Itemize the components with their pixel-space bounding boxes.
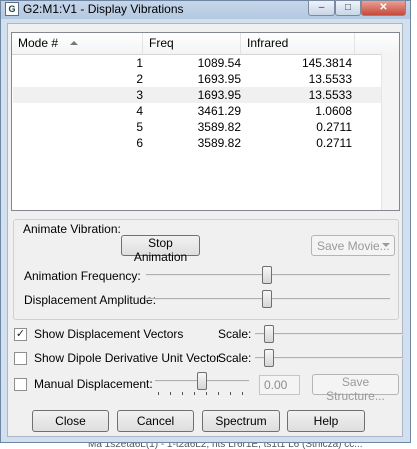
mode-cell: 5 [136, 120, 143, 134]
close-button[interactable]: Close [32, 410, 109, 432]
list-header: Mode # Freq Infrared [12, 33, 399, 55]
dropdown-arrow-icon [382, 243, 390, 247]
freq-cell: 1089.54 [197, 56, 241, 70]
dipole-scale-label: Scale: [218, 351, 252, 365]
displacement-amplitude-label: Displacement Amplitude: [24, 293, 157, 307]
list-scrollbar[interactable] [381, 54, 399, 210]
column-mode-label: Mode # [18, 36, 59, 50]
animation-frequency-thumb[interactable] [262, 266, 272, 284]
show-displacement-vectors-label: Show Displacement Vectors [34, 327, 184, 341]
vibration-mode-list[interactable]: Mode # Freq Infrared 1 1089.54 145.3814 … [11, 32, 400, 211]
window-title: G2:M1:V1 - Display Vibrations [23, 2, 184, 16]
column-freq[interactable]: Freq [143, 33, 241, 54]
infrared-cell: 0.2711 [316, 136, 352, 150]
stop-animation-button[interactable]: Stop Animation [121, 235, 200, 264]
help-button[interactable]: Help [287, 410, 365, 432]
show-displacement-vectors-checkbox[interactable]: ✓ [14, 328, 27, 341]
mode-cell: 1 [136, 56, 143, 70]
show-dipole-derivative-label: Show Dipole Derivative Unit Vector [34, 351, 221, 365]
freq-cell: 3589.82 [197, 136, 241, 150]
table-row[interactable]: 1 1089.54 145.3814 [13, 55, 398, 71]
minimize-icon[interactable]: – [308, 0, 335, 16]
vector-scale-track[interactable] [255, 333, 403, 335]
save-movie-label: Save Movie... [317, 238, 390, 253]
manual-displacement-value-field[interactable]: 0.00 [259, 375, 300, 395]
title-bar[interactable]: G G2:M1:V1 - Display Vibrations – □ ✕ [1, 0, 410, 19]
dipole-scale-track[interactable] [255, 357, 403, 359]
save-movie-button[interactable]: Save Movie... [311, 235, 395, 256]
save-structure-button[interactable]: Save Structure... [312, 374, 399, 403]
mode-cell: 3 [136, 88, 143, 102]
column-freq-label: Freq [149, 36, 174, 50]
manual-displacement-label: Manual Displacement: [34, 377, 153, 391]
app-icon: G [5, 2, 19, 16]
column-mode[interactable]: Mode # [12, 33, 143, 54]
freq-cell: 1693.95 [197, 72, 241, 86]
table-row[interactable]: 4 3461.29 1.0608 [13, 103, 398, 119]
freq-cell: 3589.82 [197, 120, 241, 134]
displacement-amplitude-thumb[interactable] [262, 290, 272, 308]
maximize-icon[interactable]: □ [335, 0, 361, 16]
infrared-cell: 1.0608 [315, 104, 352, 118]
show-dipole-derivative-checkbox[interactable] [14, 352, 27, 365]
infrared-cell: 13.5533 [308, 72, 352, 86]
table-row[interactable]: 5 3589.82 0.2711 [13, 119, 398, 135]
table-row-selected[interactable]: 3 1693.95 13.5533 [13, 87, 398, 103]
table-row[interactable]: 2 1693.95 13.5533 [13, 71, 398, 87]
vector-scale-label: Scale: [218, 327, 252, 341]
manual-displacement-thumb[interactable] [197, 372, 207, 390]
vector-scale-thumb[interactable] [264, 325, 274, 343]
close-icon[interactable]: ✕ [361, 0, 406, 16]
cancel-button[interactable]: Cancel [117, 410, 194, 432]
infrared-cell: 145.3814 [301, 56, 352, 70]
manual-displacement-checkbox[interactable] [14, 378, 27, 391]
animate-vibration-label: Animate Vibration: [23, 222, 121, 236]
infrared-cell: 13.5533 [308, 88, 352, 102]
freq-cell: 1693.95 [197, 88, 241, 102]
sort-ascending-icon [70, 41, 78, 45]
mode-cell: 2 [136, 72, 143, 86]
column-infrared[interactable]: Infrared [241, 33, 355, 54]
mode-cell: 4 [136, 104, 143, 118]
column-infrared-label: Infrared [247, 36, 289, 50]
dipole-scale-thumb[interactable] [264, 349, 274, 367]
checkmark-icon: ✓ [15, 328, 26, 340]
freq-cell: 3461.29 [197, 104, 241, 118]
mode-cell: 6 [136, 136, 143, 150]
spectrum-button[interactable]: Spectrum [202, 410, 280, 432]
infrared-cell: 0.2711 [316, 120, 352, 134]
animation-frequency-label: Animation Frequency: [24, 269, 141, 283]
table-row[interactable]: 6 3589.82 0.2711 [13, 135, 398, 151]
